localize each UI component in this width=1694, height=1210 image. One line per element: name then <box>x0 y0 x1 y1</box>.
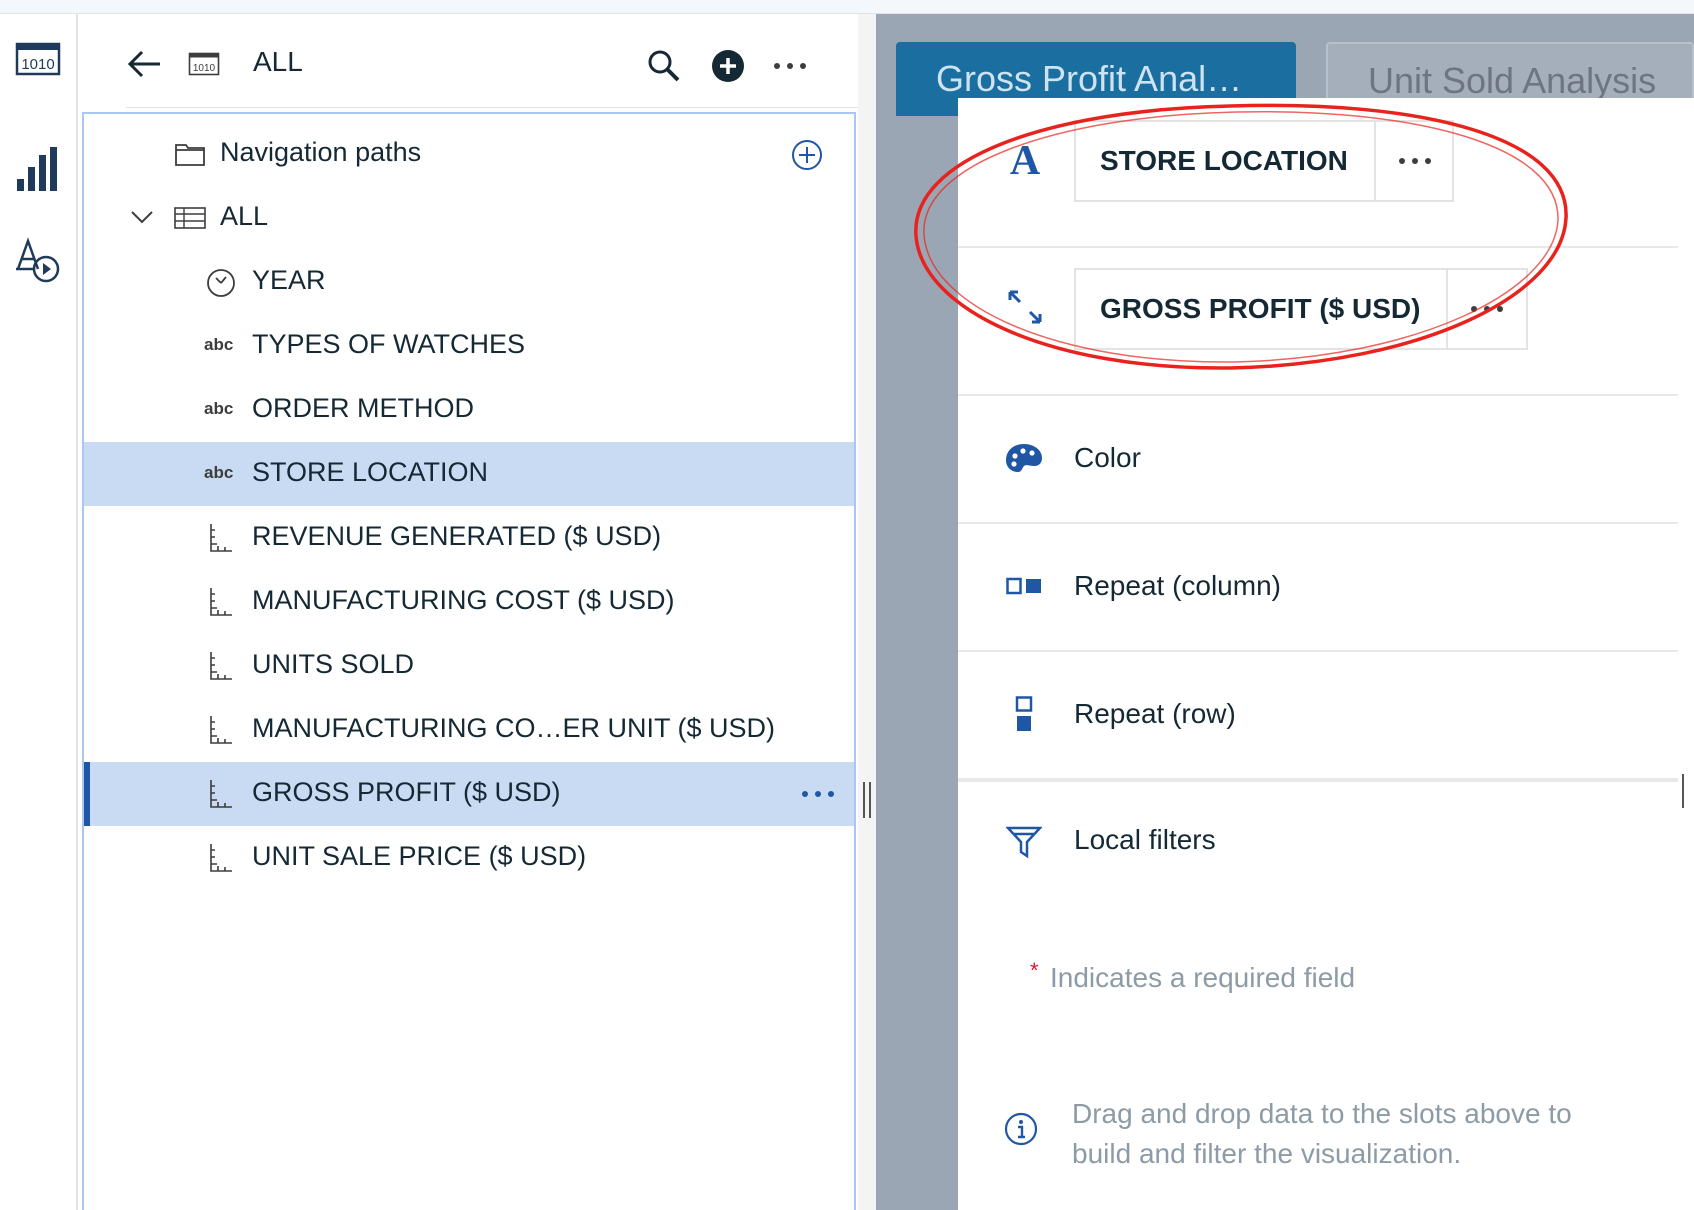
panel-header: 1010 ALL <box>80 14 888 110</box>
tree-row-unit-sale-price[interactable]: UNIT SALE PRICE ($ USD) <box>84 826 854 890</box>
table-icon <box>174 207 206 229</box>
required-field-note: * Indicates a required field <box>1030 958 1356 994</box>
svg-text:1010: 1010 <box>21 56 54 73</box>
panel-title: ALL <box>253 46 303 77</box>
slot-color[interactable]: Color <box>958 396 1678 524</box>
info-icon <box>1004 1112 1038 1146</box>
measure-icon <box>210 780 232 808</box>
tree-row-revenue-generated[interactable]: REVENUE GENERATED ($ USD) <box>84 506 854 570</box>
tree-row-all[interactable]: ALL <box>84 186 854 250</box>
chip-label: GROSS PROFIT ($ USD) <box>1100 293 1421 324</box>
slot-size: GROSS PROFIT ($ USD) <box>958 248 1678 396</box>
required-star: * <box>1030 958 1039 983</box>
arrow-left-icon <box>127 50 160 78</box>
tree-row-label: YEAR <box>252 265 326 295</box>
repeat-row-icon <box>1015 696 1033 731</box>
more-options-button[interactable] <box>768 44 812 88</box>
slot-repeat-row[interactable]: Repeat (row) <box>958 652 1678 780</box>
measure-icon <box>210 588 232 616</box>
chip-more-button[interactable] <box>1374 122 1454 200</box>
text-type-icon: abc <box>204 463 234 482</box>
tree-row-label: REVENUE GENERATED ($ USD) <box>252 521 662 551</box>
filter-icon <box>1006 826 1042 859</box>
tree-row-units-sold[interactable]: UNITS SOLD <box>84 634 854 698</box>
tree-row-label: STORE LOCATION <box>252 457 489 487</box>
tree-row-navigation-paths[interactable]: Navigation paths <box>84 122 854 186</box>
rail-visualizations-button[interactable] <box>0 134 76 204</box>
rail-properties-button[interactable] <box>0 224 76 294</box>
search-icon <box>648 50 680 82</box>
slot-label: Repeat (row) <box>1074 698 1236 729</box>
data-source-icon: 1010 <box>188 52 220 76</box>
slot-local-filters[interactable]: Local filters <box>958 780 1678 900</box>
chevron-down-icon[interactable] <box>130 210 154 224</box>
left-rail: 1010 <box>0 14 78 1210</box>
right-splitter-grip[interactable] <box>1682 774 1690 808</box>
overflow-menu-icon <box>1471 306 1503 312</box>
chip-label: STORE LOCATION <box>1100 145 1348 176</box>
rail-data-button[interactable]: 1010 <box>0 24 76 94</box>
fields-panel: A STORE LOCATION GROSS PROFIT ($ USD) Co… <box>958 98 1694 1210</box>
overflow-menu-icon <box>774 63 806 69</box>
svg-text:A: A <box>1010 140 1041 178</box>
tree-row-order-method[interactable]: abc ORDER METHOD <box>84 378 854 442</box>
drag-drop-hint: Drag and drop data to the slots above to… <box>1072 1098 1572 1169</box>
tree-row-types-of-watches[interactable]: abc TYPES OF WATCHES <box>84 314 854 378</box>
data-tree: Navigation paths ALL YEAR abc TYPES OF W… <box>82 112 856 1210</box>
slot-repeat-column[interactable]: Repeat (column) <box>958 524 1678 652</box>
text-type-icon: abc <box>204 399 234 418</box>
chip-more-button[interactable] <box>1446 270 1526 348</box>
measure-icon <box>210 652 232 680</box>
folder-icon <box>175 144 205 166</box>
tree-row-label: TYPES OF WATCHES <box>252 329 526 359</box>
slot-label: Color <box>1074 442 1141 473</box>
measure-icon <box>210 844 232 872</box>
svg-text:1010: 1010 <box>193 63 216 74</box>
add-button[interactable] <box>706 44 750 88</box>
tree-row-label: MANUFACTURING COST ($ USD) <box>252 585 675 615</box>
tree-row-store-location[interactable]: abc STORE LOCATION <box>84 442 854 506</box>
slot-label: Repeat (column) <box>1074 570 1281 601</box>
palette-icon <box>1006 444 1042 472</box>
text-a-icon: A <box>1010 140 1041 178</box>
measure-icon <box>210 716 232 744</box>
splitter-grip[interactable] <box>863 782 871 818</box>
tree-row-gross-profit[interactable]: GROSS PROFIT ($ USD) <box>84 762 854 826</box>
top-strip <box>0 0 1694 14</box>
properties-icon <box>16 237 60 283</box>
expand-arrows-icon <box>1008 290 1042 324</box>
tree-row-manufacturing-cost-per-unit[interactable]: MANUFACTURING CO…ER UNIT ($ USD) <box>84 698 854 762</box>
slot-text: A STORE LOCATION <box>958 98 1678 248</box>
clock-icon <box>207 269 235 297</box>
tree-row-label: Navigation paths <box>220 137 422 167</box>
tree-row-manufacturing-cost[interactable]: MANUFACTURING COST ($ USD) <box>84 570 854 634</box>
tree-row-label: MANUFACTURING CO…ER UNIT ($ USD) <box>252 713 776 743</box>
data-source-icon: 1010 <box>15 42 61 76</box>
overflow-menu-icon <box>1399 158 1431 164</box>
add-navigation-path-icon[interactable] <box>791 139 823 171</box>
field-chip-store-location[interactable]: STORE LOCATION <box>1074 120 1454 202</box>
measure-icon <box>210 524 232 552</box>
visualizations-icon <box>17 147 57 191</box>
slot-label: Local filters <box>1074 824 1216 855</box>
back-button[interactable] <box>122 44 166 84</box>
field-chip-gross-profit[interactable]: GROSS PROFIT ($ USD) <box>1074 268 1528 350</box>
tree-row-label: ALL <box>220 201 269 231</box>
tree-row-label: ORDER METHOD <box>252 393 474 423</box>
row-overflow-menu-icon[interactable] <box>801 790 835 798</box>
tree-row-year[interactable]: YEAR <box>84 250 854 314</box>
repeat-column-icon <box>1006 577 1041 595</box>
text-type-icon: abc <box>204 335 234 354</box>
panel-splitter[interactable] <box>858 14 878 1210</box>
header-divider <box>126 107 888 108</box>
search-button[interactable] <box>642 44 686 88</box>
tree-row-label: UNIT SALE PRICE ($ USD) <box>252 841 587 871</box>
add-circle-icon <box>712 50 744 82</box>
tree-row-label: UNITS SOLD <box>252 649 415 679</box>
required-note-text: Indicates a required field <box>1050 962 1356 993</box>
data-panel: 1010 ALL Navigation paths ALL YEAR abc T… <box>80 14 888 1210</box>
tree-row-label: GROSS PROFIT ($ USD) <box>252 777 561 807</box>
